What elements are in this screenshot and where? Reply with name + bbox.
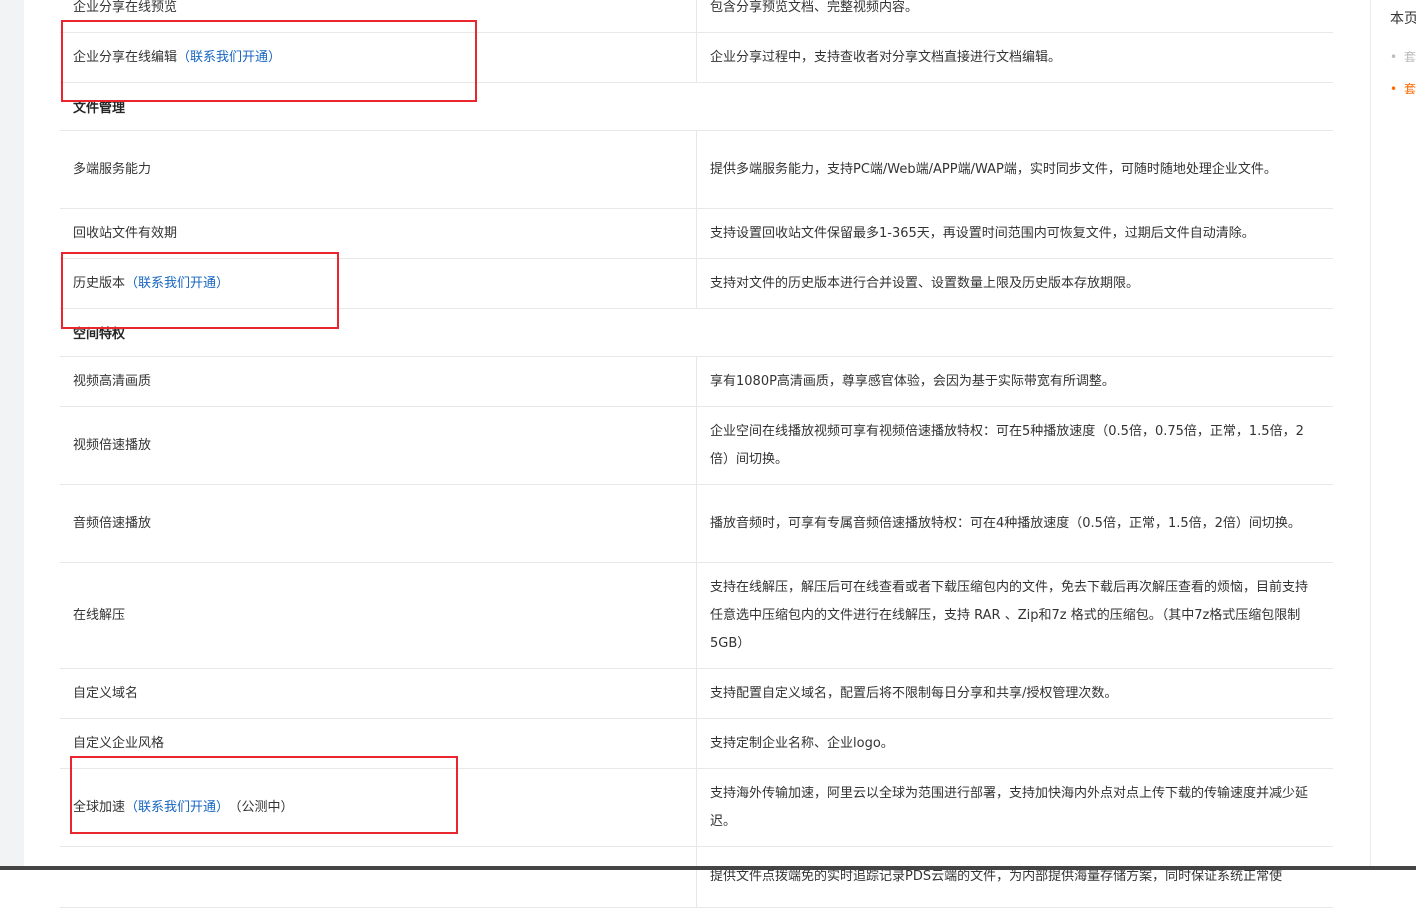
- feature-description-cell: 支持定制企业名称、企业logo。: [697, 719, 1333, 768]
- feature-name: 视频倍速播放: [73, 437, 152, 453]
- feature-description-cell: 支持在线解压，解压后可在线查看或者下载压缩包内的文件，免去下载后再次解压查看的烦…: [697, 563, 1333, 668]
- feature-name: 自定义域名: [73, 685, 139, 701]
- section-title: 空间特权: [73, 327, 126, 342]
- feature-name: 全球加速: [73, 799, 126, 815]
- feature-name: 音频倍速播放: [73, 515, 152, 531]
- feature-name-cell: 在线解压: [60, 563, 697, 668]
- table-row: 全球加速（联系我们开通） （公测中） 支持海外传输加速，阿里云以全球为范围进行部署，…: [60, 769, 1333, 847]
- content-divider: [1370, 0, 1371, 870]
- section-title: 文件管理: [73, 101, 126, 116]
- feature-description: 企业分享过程中，支持查收者对分享文档直接进行文档编辑。: [710, 49, 1062, 65]
- feature-description: 支持在线解压，解压后可在线查看或者下载压缩包内的文件，免去下载后再次解压查看的烦…: [710, 579, 1309, 651]
- table-row: 音频倍速播放 播放音频时，可享有专属音频倍速播放特权：可在4种播放速度（0.5倍，…: [60, 485, 1333, 563]
- feature-name: 视频高清画质: [73, 373, 152, 389]
- table-row: 企业分享在线预览 包含分享预览文档、完整视频内容。: [60, 0, 1333, 33]
- feature-description-cell: 播放音频时，可享有专属音频倍速播放特权：可在4种播放速度（0.5倍，正常，1.5…: [697, 485, 1333, 562]
- feature-name-cell: [60, 847, 697, 907]
- table-row: 在线解压 支持在线解压，解压后可在线查看或者下载压缩包内的文件，免去下载后再次解压…: [60, 563, 1333, 669]
- feature-name-cell: 视频倍速播放: [60, 407, 697, 484]
- feature-description: 支持设置回收站文件保留最多1-365天，再设置时间范围内可恢复文件，过期后文件自…: [710, 225, 1255, 241]
- feature-name-cell: 自定义企业风格: [60, 719, 697, 768]
- feature-name-cell: 全球加速（联系我们开通） （公测中）: [60, 769, 697, 846]
- table-row: 视频高清画质 享有1080P高清画质，尊享感官体验，会因为基于实际带宽有所调整。: [60, 357, 1333, 407]
- feature-description-cell: 企业空间在线播放视频可享有视频倍速播放特权：可在5种播放速度（0.5倍，0.75…: [697, 407, 1333, 484]
- feature-description: 播放音频时，可享有专属音频倍速播放特权：可在4种播放速度（0.5倍，正常，1.5…: [710, 515, 1301, 531]
- feature-description: 支持对文件的历史版本进行合并设置、设置数量上限及历史版本存放期限。: [710, 275, 1140, 291]
- feature-name-cell: 企业分享在线编辑（联系我们开通）: [60, 33, 697, 82]
- feature-description-cell: 支持配置自定义域名，配置后将不限制每日分享和共享/授权管理次数。: [697, 669, 1333, 718]
- feature-name-cell: 自定义域名: [60, 669, 697, 718]
- feature-name: 历史版本: [73, 275, 126, 291]
- feature-name: 在线解压: [73, 607, 126, 623]
- toc-item-label: 套: [1404, 82, 1416, 96]
- feature-name: 回收站文件有效期: [73, 225, 178, 241]
- feature-description-cell: 企业分享过程中，支持查收者对分享文档直接进行文档编辑。: [697, 33, 1333, 82]
- table-row: 视频倍速播放 企业空间在线播放视频可享有视频倍速播放特权：可在5种播放速度（0.5…: [60, 407, 1333, 485]
- section-header: 文件管理: [60, 83, 1333, 131]
- feature-name: 自定义企业风格: [73, 735, 165, 751]
- feature-description: 提供多端服务能力，支持PC端/Web端/APP端/WAP端，实时同步文件，可随时…: [710, 161, 1277, 177]
- toc-panel: 本页 • 套 • 套: [1376, 0, 1416, 870]
- toc-title: 本页: [1390, 11, 1416, 27]
- feature-name: 多端服务能力: [73, 161, 152, 177]
- feature-description-cell: 支持海外传输加速，阿里云以全球为范围进行部署，支持加快海内外点对点上传下载的传输…: [697, 769, 1333, 846]
- contact-us-link[interactable]: （联系我们开通）: [125, 800, 229, 815]
- feature-name: 企业分享在线预览: [73, 0, 178, 15]
- section-header: 空间特权: [60, 309, 1333, 357]
- table-row: 多端服务能力 提供多端服务能力，支持PC端/Web端/APP端/WAP端，实时同步…: [60, 131, 1333, 209]
- contact-us-link[interactable]: （联系我们开通）: [125, 276, 229, 291]
- table-row: 回收站文件有效期 支持设置回收站文件保留最多1-365天，再设置时间范围内可恢复文…: [60, 209, 1333, 259]
- feature-description: 支持海外传输加速，阿里云以全球为范围进行部署，支持加快海内外点对点上传下载的传输…: [710, 785, 1309, 829]
- feature-name-cell: 历史版本（联系我们开通）: [60, 259, 697, 308]
- table-row: 自定义域名 支持配置自定义域名，配置后将不限制每日分享和共享/授权管理次数。: [60, 669, 1333, 719]
- feature-name-cell: 企业分享在线预览: [60, 0, 697, 32]
- table-row: 历史版本（联系我们开通） 支持对文件的历史版本进行合并设置、设置数量上限及历史版本…: [60, 259, 1333, 309]
- table-row: 企业分享在线编辑（联系我们开通） 企业分享过程中，支持查收者对分享文档直接进行文档…: [60, 33, 1333, 83]
- feature-description: 支持定制企业名称、企业logo。: [710, 735, 894, 751]
- feature-description-cell: 支持对文件的历史版本进行合并设置、设置数量上限及历史版本存放期限。: [697, 259, 1333, 308]
- feature-description: 包含分享预览文档、完整视频内容。: [710, 0, 919, 15]
- toc-item-active[interactable]: • 套: [1390, 80, 1416, 97]
- feature-name-cell: 音频倍速播放: [60, 485, 697, 562]
- feature-name-cell: 多端服务能力: [60, 131, 697, 208]
- toc-item-label: 套: [1404, 50, 1416, 64]
- feature-name-cell: 视频高清画质: [60, 357, 697, 406]
- feature-name: 企业分享在线编辑: [73, 49, 178, 65]
- feature-description-cell: 享有1080P高清画质，尊享感官体验，会因为基于实际带宽有所调整。: [697, 357, 1333, 406]
- beta-tag: （公测中）: [235, 799, 294, 815]
- feature-description: 享有1080P高清画质，尊享感官体验，会因为基于实际带宽有所调整。: [710, 373, 1115, 389]
- feature-description: 企业空间在线播放视频可享有视频倍速播放特权：可在5种播放速度（0.5倍，0.75…: [710, 423, 1304, 467]
- feature-description-cell: 包含分享预览文档、完整视频内容。: [697, 0, 1333, 32]
- table-row: 自定义企业风格 支持定制企业名称、企业logo。: [60, 719, 1333, 769]
- bottom-bar: [0, 866, 1416, 870]
- feature-name-cell: 回收站文件有效期: [60, 209, 697, 258]
- left-gutter: [0, 0, 24, 870]
- feature-description-cell: 提供多端服务能力，支持PC端/Web端/APP端/WAP端，实时同步文件，可随时…: [697, 131, 1333, 208]
- table-row: 提供文件点拨端免的实时追踪记录PDS云端的文件，为内部提供海量存储方案，同时保证…: [60, 847, 1333, 908]
- feature-table: 企业分享在线预览 包含分享预览文档、完整视频内容。 企业分享在线编辑（联系我们开通）…: [60, 0, 1333, 908]
- feature-description-cell: 提供文件点拨端免的实时追踪记录PDS云端的文件，为内部提供海量存储方案，同时保证…: [697, 847, 1333, 907]
- toc-item[interactable]: • 套: [1390, 48, 1416, 65]
- feature-description-cell: 支持设置回收站文件保留最多1-365天，再设置时间范围内可恢复文件，过期后文件自…: [697, 209, 1333, 258]
- feature-description: 支持配置自定义域名，配置后将不限制每日分享和共享/授权管理次数。: [710, 685, 1118, 701]
- contact-us-link[interactable]: （联系我们开通）: [177, 50, 281, 65]
